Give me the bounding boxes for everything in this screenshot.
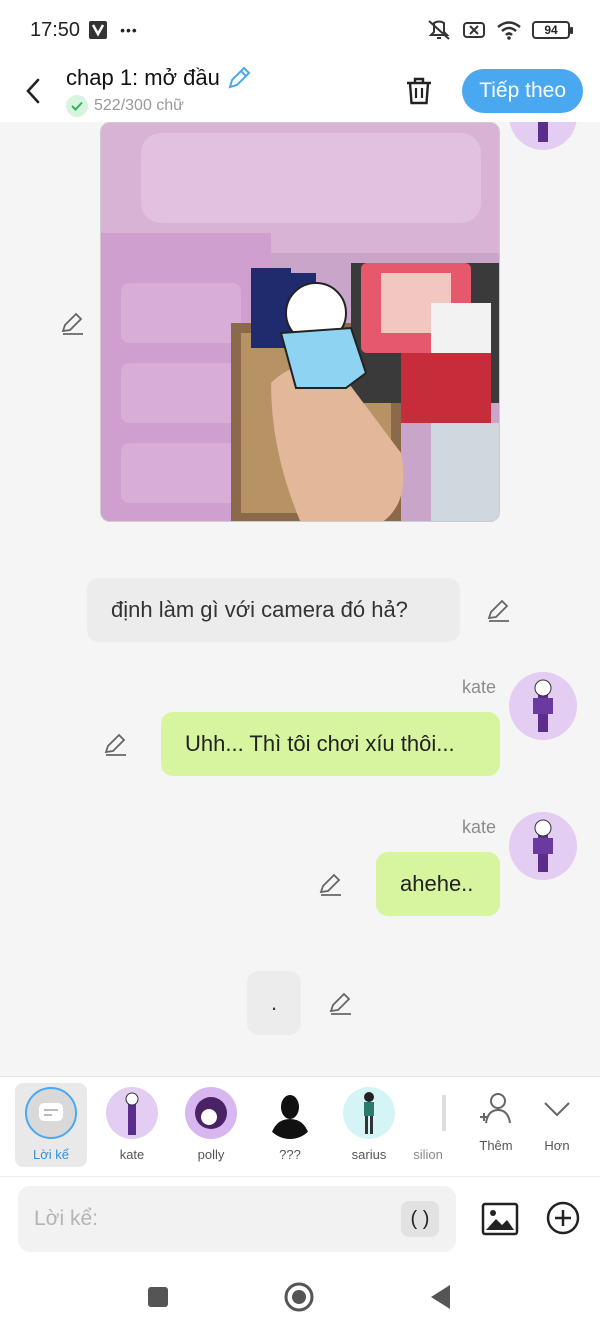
home-icon[interactable] [283,1281,315,1313]
battery-icon: 94 [532,21,573,39]
character-label: silion [413,1147,443,1162]
character-polly[interactable]: polly [175,1083,247,1167]
character-bubble[interactable]: Uhh... Thì tôi chơi xíu thôi... [161,712,500,776]
next-button[interactable]: Tiếp theo [462,69,583,113]
status-time: 17:50 [30,18,81,41]
character-unknown[interactable]: ??? [254,1083,326,1167]
sender-name: kate [462,677,497,697]
character-bubble[interactable]: ahehe.. [376,852,500,916]
sender-name: kate [462,817,497,837]
header: chap 1: mở đầu 522/300 chữ Tiếp theo [0,60,600,122]
avatar [106,1087,158,1139]
avatar [264,1087,316,1139]
system-nav-bar [0,1260,600,1333]
trash-icon [407,77,432,105]
message-input[interactable] [18,1186,456,1252]
recent-apps-icon[interactable] [146,1285,170,1309]
action-toggle-button[interactable]: ( ) [401,1201,439,1237]
input-bar: ( ) [0,1176,600,1260]
message-text: . [270,990,278,1015]
more-characters-button[interactable]: Hơn [521,1083,593,1167]
character-label: sarius [351,1147,387,1162]
edit-message-icon[interactable] [318,871,344,897]
more-label: Hơn [544,1138,570,1153]
edit-message-icon[interactable] [486,597,512,623]
avatar [185,1087,237,1139]
plus-circle-icon[interactable] [544,1199,582,1237]
chevron-left-icon [26,78,40,104]
avatar[interactable] [509,122,577,150]
message-text: Uhh... Thì tôi chơi xíu thôi... [185,731,455,756]
narration-bubble[interactable]: định làm gì với camera đó hả? [87,578,460,642]
edit-message-icon[interactable] [103,731,129,757]
character-label: kate [119,1147,145,1162]
narrator-icon [25,1087,77,1139]
character-label: polly [197,1147,225,1162]
delete-button[interactable] [394,66,444,116]
character-silion[interactable]: silion [402,1083,454,1167]
image-icon[interactable] [480,1199,520,1239]
chevron-down-icon [544,1102,570,1117]
no-sim-icon [463,22,485,38]
status-bar: 17:50 ••• 94 [0,0,600,60]
chat-area[interactable]: định làm gì với camera đó hả? kate Uhh..… [0,122,600,1076]
character-label: ??? [279,1147,301,1162]
narration-bubble[interactable]: . [247,971,301,1035]
avatar [343,1087,395,1139]
app-notification-icon [89,21,108,39]
photo-message[interactable] [100,122,500,522]
more-notifications-icon: ••• [120,22,138,38]
character-label: Lời kể [33,1147,69,1162]
edit-title-icon[interactable] [226,65,252,91]
avatar[interactable] [509,672,577,740]
check-icon [66,95,88,117]
character-narrator[interactable]: Lời kể [15,1083,87,1167]
word-count: 522/300 chữ [94,97,184,114]
wifi-icon [497,21,521,40]
message-text: ahehe.. [400,871,474,896]
mute-icon [428,20,450,40]
edit-message-icon[interactable] [328,990,354,1016]
avatar[interactable] [509,812,577,880]
back-button[interactable] [0,60,66,122]
character-sarius[interactable]: sarius [333,1083,405,1167]
back-nav-icon[interactable] [428,1283,454,1311]
add-user-icon [480,1093,511,1124]
edit-message-icon[interactable] [60,310,86,336]
message-text: định làm gì với camera đó hả? [111,597,408,622]
character-bar: Lời kể kate polly ??? sarius silion Thêm… [0,1076,600,1176]
avatar [402,1087,454,1139]
chapter-title: chap 1: mở đầu [66,65,220,90]
character-kate[interactable]: kate [96,1083,168,1167]
